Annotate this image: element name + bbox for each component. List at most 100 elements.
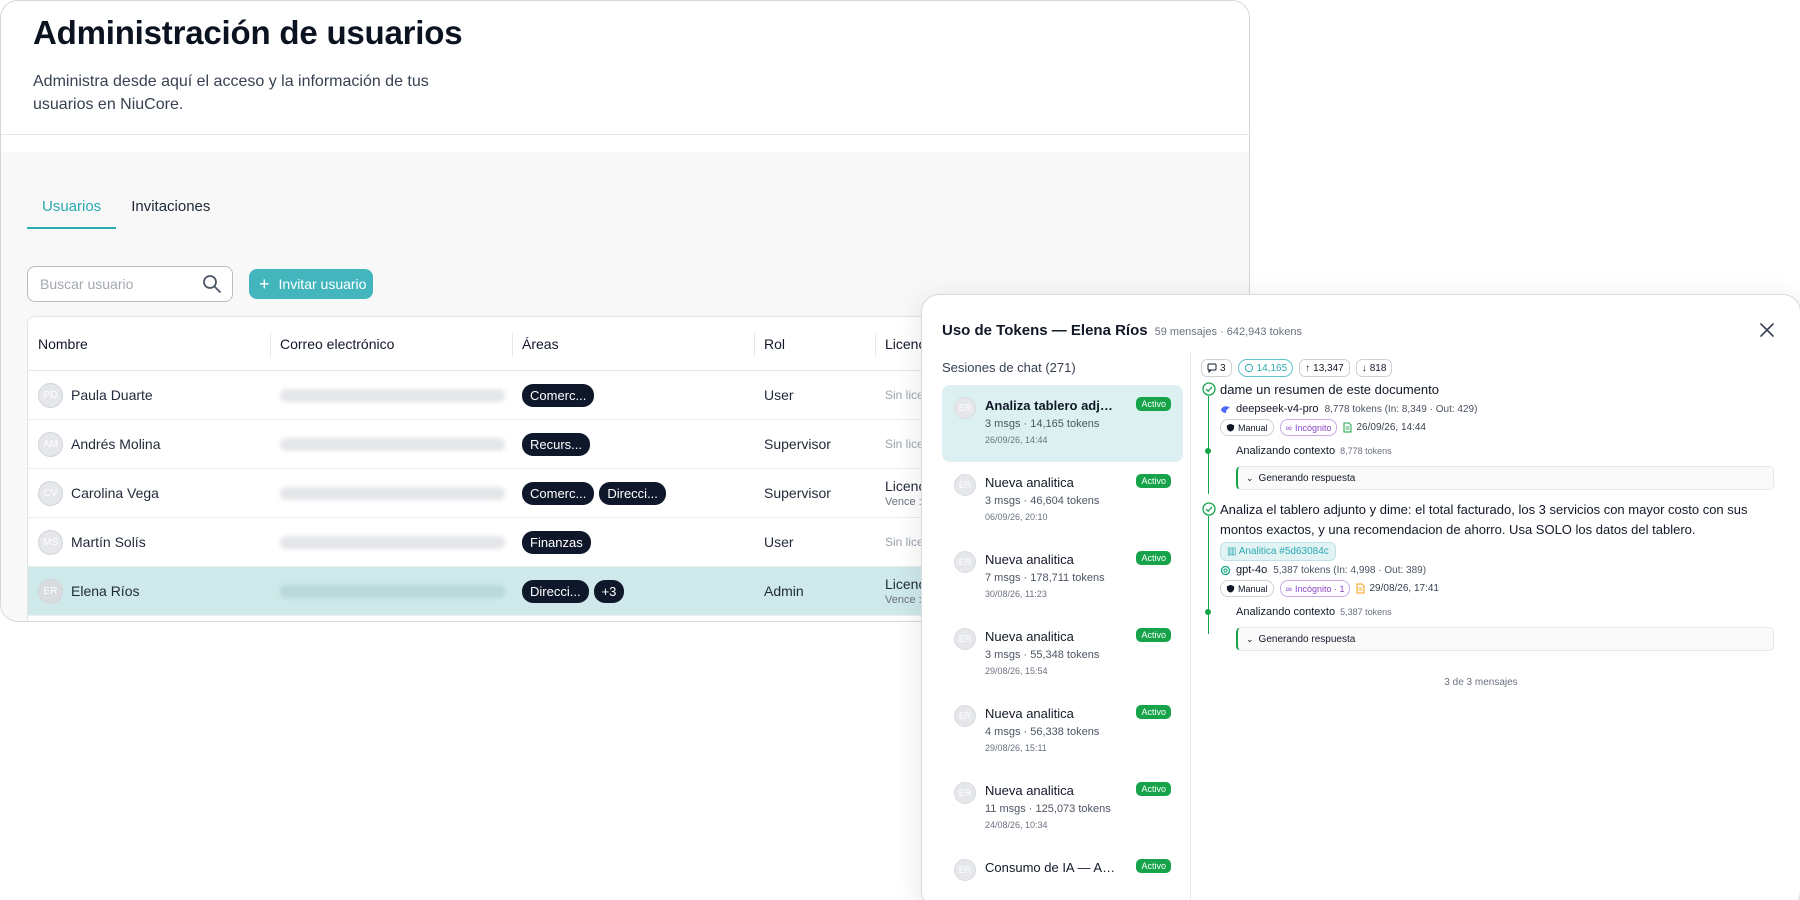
session-item[interactable]: ER Nueva analitica 3 msgs · 55,348 token… [942, 616, 1183, 693]
email-redacted [280, 486, 505, 500]
incognito-tag: ∞ Incógnito [1279, 419, 1338, 436]
session-body: Nueva analitica 4 msgs · 56,338 tokens 2… [985, 703, 1120, 760]
glasses-icon: ∞ [1285, 422, 1292, 433]
glasses-icon: ∞ [1285, 583, 1292, 594]
modal-header: Uso de Tokens — Elena Ríos 59 mensajes ·… [942, 322, 1302, 339]
session-title: Nueva analitica [985, 475, 1074, 490]
output-tokens-stat: ↓ 818 [1355, 359, 1393, 377]
cell-role: Admin [764, 583, 804, 599]
output-tokens: 818 [1369, 362, 1387, 374]
session-date: 29/08/26, 15:54 [985, 666, 1048, 676]
search-box [27, 266, 233, 302]
cell-areas: Finanzas [512, 518, 754, 567]
invite-user-button[interactable]: + Invitar usuario [249, 269, 373, 299]
step-label: Analizando contexto [1236, 606, 1336, 618]
user-name: Paula Duarte [71, 387, 153, 403]
generating-response-toggle[interactable]: ⌄ Generando respuesta [1236, 466, 1774, 490]
check-circle-icon [1202, 502, 1216, 516]
generating-response-toggle[interactable]: ⌄ Generando respuesta [1236, 627, 1774, 651]
cell-name: CV Carolina Vega [28, 469, 270, 518]
session-body: Nueva analitica 7 msgs · 178,711 tokens … [985, 549, 1120, 606]
openai-icon [1220, 565, 1231, 575]
area-chip[interactable]: Direcci... [599, 481, 666, 505]
deepseek-icon [1221, 405, 1230, 413]
token-usage-modal: Uso de Tokens — Elena Ríos 59 mensajes ·… [921, 294, 1800, 900]
status-badge: Activo [1136, 397, 1171, 411]
status-badge: Activo [1136, 705, 1171, 719]
session-title: Analiza tablero adjunto [985, 398, 1120, 413]
model-line: deepseek-v4-pro 8,778 tokens (In: 8,349 … [1220, 403, 1800, 415]
shield-icon [1226, 423, 1235, 432]
sessions-panel: Sesiones de chat (271) ER Analiza tabler… [922, 351, 1191, 900]
search-icon[interactable] [202, 274, 222, 294]
cell-role: Supervisor [764, 485, 831, 501]
avatar: ER [954, 628, 976, 650]
license-status: Licenc [885, 576, 926, 592]
session-title: Nueva analitica [985, 629, 1074, 644]
session-item[interactable]: ER Nueva analitica 4 msgs · 56,338 token… [942, 693, 1183, 770]
avatar: CV [38, 480, 63, 506]
manual-tag: Manual [1220, 419, 1274, 436]
session-date: 26/09/26, 14:44 [985, 435, 1048, 445]
cell-name: MS Martín Solís [28, 518, 270, 567]
tab-invitaciones[interactable]: Invitaciones [116, 195, 225, 229]
session-item[interactable]: ER Nueva analitica 3 msgs · 46,604 token… [942, 462, 1183, 539]
user-name: Martín Solís [71, 534, 146, 550]
session-meta: 3 msgs · 46,604 tokens [985, 495, 1100, 507]
message-count: 3 [1220, 362, 1226, 374]
modal-summary: 59 mensajes · 642,943 tokens [1154, 326, 1302, 338]
step-tokens: 5,387 tokens [1340, 607, 1392, 617]
avatar: ER [954, 397, 976, 419]
tab-usuarios[interactable]: Usuarios [27, 195, 117, 229]
avatar: PD [38, 382, 63, 408]
timeline-step: Analizando contexto 5,387 tokens [1205, 603, 1800, 621]
area-more-chip[interactable]: +3 [593, 579, 625, 603]
message-date: 26/09/26, 14:44 [1343, 422, 1426, 433]
avatar: ER [954, 474, 976, 496]
area-chip[interactable]: Direcci... [522, 579, 589, 603]
user-name: Andrés Molina [71, 436, 161, 452]
search-input[interactable] [40, 276, 190, 292]
attachment-tag[interactable]: ▥ Analitica #5d63084c [1220, 542, 1336, 561]
status-badge: Activo [1136, 628, 1171, 642]
step-tokens: 8,778 tokens [1340, 446, 1392, 456]
license-expiry: Vence : [885, 594, 922, 606]
user-name: Elena Ríos [71, 583, 140, 599]
header-areas[interactable]: Áreas [512, 317, 754, 371]
message-text: Analiza el tablero adjunto y dime: el to… [1220, 500, 1780, 561]
cell-email [270, 371, 512, 420]
avatar: MS [38, 529, 63, 555]
area-chip[interactable]: Finanzas [522, 530, 591, 554]
area-chip[interactable]: Comerc... [522, 481, 595, 505]
header-correo[interactable]: Correo electrónico [270, 317, 512, 371]
incognito-label: Incógnito · 1 [1294, 583, 1345, 594]
area-chip[interactable]: Recurs... [522, 432, 591, 456]
session-body: Analiza tablero adjunto 3 msgs · 14,165 … [985, 395, 1120, 452]
avatar: AM [38, 431, 63, 457]
arrow-down-icon: ↓ [1361, 362, 1367, 374]
cell-areas: Direcci... +3 [512, 567, 754, 616]
session-item[interactable]: ER Analiza tablero adjunto 3 msgs · 14,1… [942, 385, 1183, 462]
license-status: Sin lice [885, 535, 924, 549]
session-title: Nueva analitica [985, 552, 1074, 567]
total-tokens: 14,165 [1256, 362, 1288, 374]
area-chip[interactable]: Comerc... [522, 383, 595, 407]
status-badge: Activo [1136, 782, 1171, 796]
avatar: ER [954, 782, 976, 804]
status-badge: Activo [1136, 474, 1171, 488]
session-meta: 7 msgs · 178,711 tokens [985, 572, 1105, 584]
generating-label: Generando respuesta [1258, 472, 1356, 484]
session-item[interactable]: ER Nueva analitica 11 msgs · 125,073 tok… [942, 770, 1183, 847]
status-badge: Activo [1136, 551, 1171, 565]
invite-user-label: Invitar usuario [278, 276, 367, 292]
session-item[interactable]: ER Nueva analitica 7 msgs · 178,711 toke… [942, 539, 1183, 616]
session-item[interactable]: ER Consumo de IA — Agosto... Activo [942, 847, 1183, 900]
header-nombre[interactable]: Nombre [28, 317, 270, 371]
close-icon[interactable] [1758, 321, 1776, 339]
message-date-text: 26/09/26, 14:44 [1356, 422, 1426, 433]
header-rol[interactable]: Rol [754, 317, 875, 371]
email-redacted [280, 584, 505, 598]
timeline-line [1208, 516, 1209, 634]
tabs: Usuarios Invitaciones [27, 195, 1223, 229]
process-timeline: Analizando contexto 8,778 tokens ⌄ Gener… [1205, 442, 1800, 490]
